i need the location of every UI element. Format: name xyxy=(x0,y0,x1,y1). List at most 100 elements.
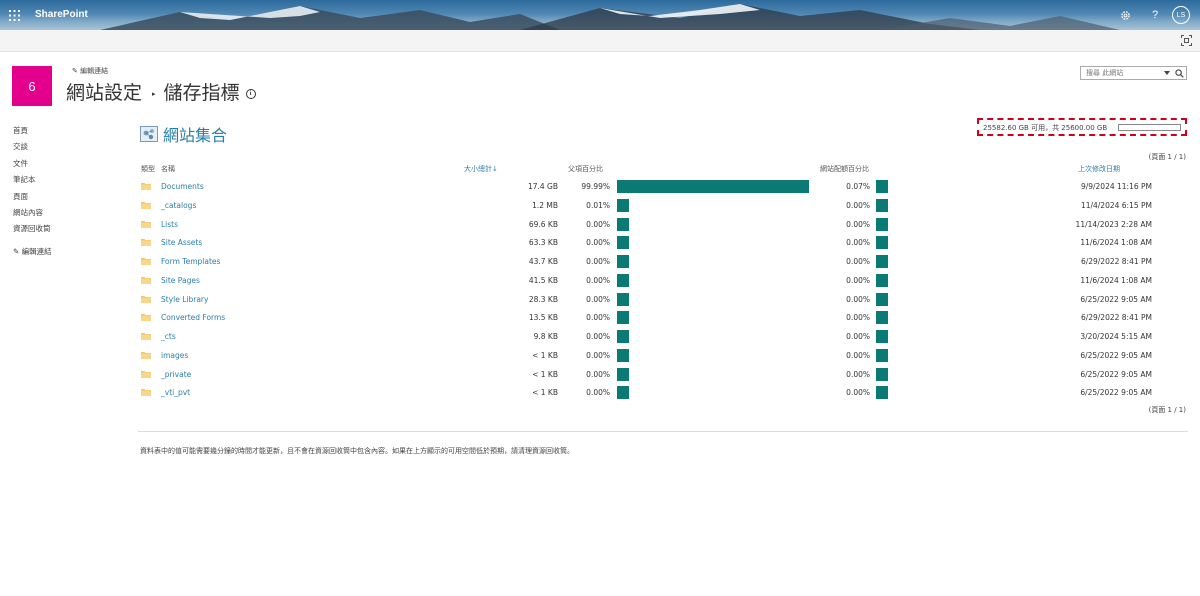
table-row[interactable]: _cts 9.8 KB 0.00% 0.00% 3/20/2024 5:15 AM xyxy=(140,327,1190,346)
item-parent-percent: 99.99% xyxy=(581,182,610,191)
item-name-link[interactable]: Form Templates xyxy=(161,257,220,266)
nav-item-home[interactable]: 首頁 xyxy=(13,125,52,141)
item-modified-date: 6/25/2022 9:05 AM xyxy=(1080,369,1152,379)
table-row[interactable]: Form Templates 43.7 KB 0.00% 0.00% 6/29/2022… xyxy=(140,252,1190,271)
item-parent-percent: 0.00% xyxy=(586,369,610,379)
table-row[interactable]: Lists 69.6 KB 0.00% 0.00% 11/14/2023 2:28 AM xyxy=(140,215,1190,234)
item-name-link[interactable]: _vti_pvt xyxy=(161,388,190,397)
info-icon[interactable]: i xyxy=(245,88,256,99)
item-quota-percent: 0.00% xyxy=(846,257,870,266)
item-size: 41.5 KB xyxy=(528,275,558,285)
edit-links-label: 編輯連結 xyxy=(80,67,109,75)
item-parent-percent: 0.00% xyxy=(586,313,610,323)
sharepoint-brand-link[interactable]: SharePoint xyxy=(35,0,88,30)
item-name-link[interactable]: _private xyxy=(161,370,191,379)
quota-percent-bar xyxy=(876,273,888,287)
pager-bottom: (頁面 1 / 1) xyxy=(1148,406,1186,414)
item-name-link[interactable]: Lists xyxy=(161,220,178,229)
nav-item-conversations[interactable]: 交談 xyxy=(13,141,52,157)
item-name-link[interactable]: Style Library xyxy=(161,295,208,304)
search-scope-dropdown-icon[interactable] xyxy=(1164,71,1170,75)
nav-item-documents[interactable]: 文件 xyxy=(13,158,52,174)
quota-percent-bar xyxy=(876,386,888,400)
folder-icon xyxy=(141,258,151,265)
table-row[interactable]: images < 1 KB 0.00% 0.00% 6/25/2022 9:05 AM xyxy=(140,346,1190,365)
table-row[interactable]: Documents 17.4 GB 99.99% 0.07% 9/9/2024 11:1… xyxy=(140,177,1190,196)
quota-percent-bar xyxy=(876,217,888,231)
parent-percent-bar xyxy=(617,273,629,287)
search-box[interactable] xyxy=(1080,66,1187,80)
site-collection-title: 網站集合 xyxy=(163,126,228,145)
item-size: < 1 KB xyxy=(532,350,558,360)
nav-edit-links[interactable]: ✎ 編輯連結 xyxy=(13,246,52,262)
table-row[interactable]: Style Library 28.3 KB 0.00% 0.00% 6/25/2022 … xyxy=(140,290,1190,309)
column-header-type[interactable]: 類型 xyxy=(141,164,155,174)
nav-item-pages[interactable]: 頁面 xyxy=(13,191,52,207)
search-input[interactable] xyxy=(1081,67,1159,79)
app-launcher-icon[interactable] xyxy=(0,0,29,30)
item-name-link[interactable]: _cts xyxy=(161,332,176,341)
column-header-size[interactable]: 大小總計↓ xyxy=(464,164,498,174)
avatar[interactable]: LS xyxy=(1172,6,1190,24)
table-row[interactable]: Site Assets 63.3 KB 0.00% 0.00% 11/6/2024 1:… xyxy=(140,233,1190,252)
nav-item-recycle-bin[interactable]: 資源回收筒 xyxy=(13,223,52,239)
nav-item-site-contents[interactable]: 網站內容 xyxy=(13,207,52,223)
item-size: 17.4 GB xyxy=(527,182,558,191)
column-header-modified[interactable]: 上次修改日期 xyxy=(1078,164,1120,174)
folder-icon xyxy=(141,201,151,209)
item-name-link[interactable]: _catalogs xyxy=(161,201,196,210)
item-parent-percent: 0.00% xyxy=(586,219,610,229)
site-collection-icon xyxy=(140,126,158,142)
item-modified-date: 11/6/2024 1:08 AM xyxy=(1080,238,1152,248)
parent-percent-bar xyxy=(617,386,629,400)
help-icon[interactable]: ? xyxy=(1145,0,1165,30)
item-modified-date: 6/29/2022 8:41 PM xyxy=(1080,257,1152,266)
table-row[interactable]: Converted Forms 13.5 KB 0.00% 0.00% 6/29/202… xyxy=(140,308,1190,327)
item-name-link[interactable]: images xyxy=(161,351,188,360)
item-modified-date: 6/25/2022 9:05 AM xyxy=(1080,350,1152,360)
edit-links-top[interactable]: ✎ 編輯連結 xyxy=(72,66,108,76)
nav-edit-label: 編輯連結 xyxy=(21,246,52,256)
gear-icon[interactable] xyxy=(1115,0,1135,30)
item-modified-date: 6/25/2022 9:05 AM xyxy=(1080,294,1152,304)
left-navigation: 首頁 交談 文件 筆記本 頁面 網站內容 資源回收筒 ✎ 編輯連結 xyxy=(13,125,52,262)
table-row[interactable]: _catalogs 1.2 MB 0.01% 0.00% 11/4/2024 6:15 … xyxy=(140,196,1190,215)
search-icon[interactable] xyxy=(1175,69,1184,78)
table-row[interactable]: _vti_pvt < 1 KB 0.00% 0.00% 6/25/2022 9:05 A… xyxy=(140,383,1190,402)
pencil-icon: ✎ xyxy=(13,246,20,256)
column-header-quota-percent: 網站配額百分比 xyxy=(820,165,869,173)
suite-bar: SharePoint ? LS xyxy=(0,0,1200,30)
folder-icon xyxy=(141,333,151,340)
quota-percent-bar xyxy=(876,367,888,381)
item-name-link[interactable]: Site Assets xyxy=(161,238,202,247)
folder-icon xyxy=(141,389,151,397)
page-title: 網站設定 ▸ 儲存指標 i xyxy=(66,78,256,105)
item-quota-percent: 0.00% xyxy=(846,369,870,379)
pencil-icon: ✎ xyxy=(72,67,78,75)
nav-item-notebook[interactable]: 筆記本 xyxy=(13,174,52,190)
folder-icon xyxy=(141,351,151,359)
item-name-link[interactable]: Site Pages xyxy=(161,276,200,285)
item-name-link[interactable]: Documents xyxy=(161,182,204,191)
item-modified-date: 11/6/2024 1:08 AM xyxy=(1080,275,1152,285)
quota-percent-bar xyxy=(876,330,888,343)
quota-percent-bar xyxy=(876,236,888,250)
parent-percent-bar xyxy=(617,180,809,193)
focus-mode-icon[interactable] xyxy=(1181,35,1192,46)
item-parent-percent: 0.00% xyxy=(586,332,610,341)
table-row[interactable]: _private < 1 KB 0.00% 0.00% 6/25/2022 9:05 A… xyxy=(140,365,1190,384)
item-name-link[interactable]: Converted Forms xyxy=(161,313,225,322)
item-parent-percent: 0.00% xyxy=(586,238,610,248)
column-header-name[interactable]: 名稱 xyxy=(161,164,175,174)
folder-icon xyxy=(141,276,151,284)
site-logo[interactable]: 6 xyxy=(12,66,52,106)
breadcrumb-parent[interactable]: 網站設定 xyxy=(66,82,142,104)
breadcrumb-current: 儲存指標 xyxy=(163,82,240,104)
table-row[interactable]: Site Pages 41.5 KB 0.00% 0.00% 11/6/2024 1:0… xyxy=(140,271,1190,290)
quota-percent-bar xyxy=(876,311,888,325)
item-quota-percent: 0.00% xyxy=(846,350,870,360)
item-size: 9.8 KB xyxy=(533,332,558,341)
item-quota-percent: 0.00% xyxy=(846,200,870,210)
parent-percent-bar xyxy=(617,367,629,381)
item-parent-percent: 0.00% xyxy=(586,388,610,398)
